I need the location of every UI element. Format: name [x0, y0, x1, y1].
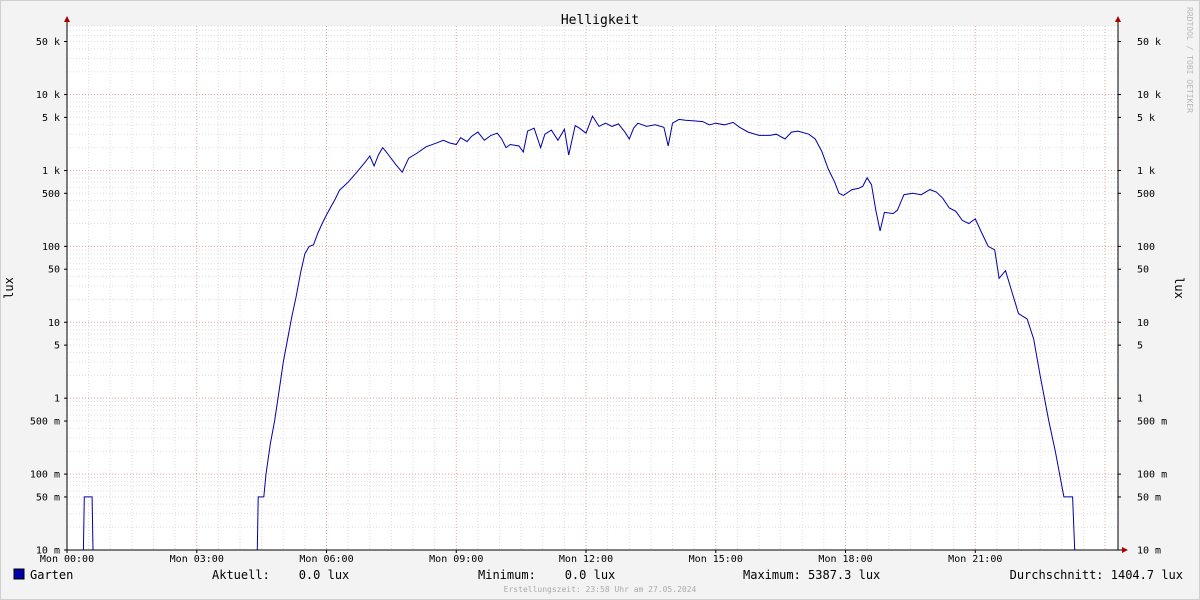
y-tick-label-left: 100 m: [30, 470, 60, 481]
legend-series-name: Garten: [30, 568, 73, 582]
y-tick-label-left: 50 k: [36, 37, 60, 48]
y-tick-label-right: 5: [1137, 341, 1143, 352]
x-tick-label: Mon 15:00: [689, 554, 743, 565]
plot-area: [67, 26, 1118, 550]
y-axis-label-right: lux: [1172, 277, 1186, 299]
legend-swatch: [13, 568, 25, 580]
y-tick-label-right: 50 k: [1137, 37, 1161, 48]
y-tick-label-right: 100: [1137, 242, 1155, 253]
y-tick-label-left: 500: [42, 189, 60, 200]
legend-maximum: Maximum: 5387.3 lux: [743, 568, 880, 582]
y-tick-label-left: 10 k: [36, 90, 60, 101]
y-tick-label-left: 50 m: [36, 492, 60, 503]
chart-canvas: 50 k 50 k 10 k 10 k 5 k 5 k 1 k 1 k 500 500 100 100…: [0, 0, 1200, 600]
y-tick-label-left: 50: [48, 265, 60, 276]
y-tick-label-left: 100: [42, 242, 60, 253]
y-tick-label-right: 5 k: [1137, 113, 1155, 124]
y-tick-label-left: 10: [48, 318, 60, 329]
x-tick-label: Mon 06:00: [299, 554, 353, 565]
y-tick-label-right: 500: [1137, 189, 1155, 200]
legend-minimum: Minimum: 0.0 lux: [478, 568, 615, 582]
watermark: RRDTOOL / TOBI OETIKER: [1185, 7, 1194, 113]
y-tick-label-left: 5 k: [42, 113, 60, 124]
footer-timestamp: Erstellungszeit: 23:58 Uhr am 27.05.2024: [504, 585, 697, 594]
legend-average: Durchschnitt: 1404.7 lux: [1010, 568, 1183, 582]
y-tick-label-right: 10 m: [1137, 546, 1161, 557]
x-tick-label: Mon 18:00: [818, 554, 872, 565]
y-axis-label-left: lux: [2, 277, 16, 299]
y-tick-label-left: 500 m: [30, 417, 60, 428]
y-tick-label-right: 1: [1137, 394, 1143, 405]
y-tick-label-right: 500 m: [1137, 417, 1167, 428]
legend-current: Aktuell: 0.0 lux: [212, 568, 349, 582]
x-tick-label: Mon 00:00: [40, 554, 94, 565]
x-tick-label: Mon 09:00: [429, 554, 483, 565]
y-tick-label-left: 1 k: [42, 166, 60, 177]
x-tick-label: Mon 12:00: [559, 554, 613, 565]
y-tick-label-right: 10: [1137, 318, 1149, 329]
x-tick-label: Mon 03:00: [170, 554, 224, 565]
y-tick-label-right: 10 k: [1137, 90, 1161, 101]
chart-title: Helligkeit: [561, 13, 639, 28]
y-tick-label-left: 5: [54, 341, 60, 352]
y-tick-label-right: 100 m: [1137, 470, 1167, 481]
y-tick-label-right: 50: [1137, 265, 1149, 276]
x-tick-label: Mon 21:00: [948, 554, 1002, 565]
y-tick-label-right: 1 k: [1137, 166, 1155, 177]
y-tick-label-left: 1: [54, 394, 60, 405]
y-tick-label-right: 50 m: [1137, 492, 1161, 503]
